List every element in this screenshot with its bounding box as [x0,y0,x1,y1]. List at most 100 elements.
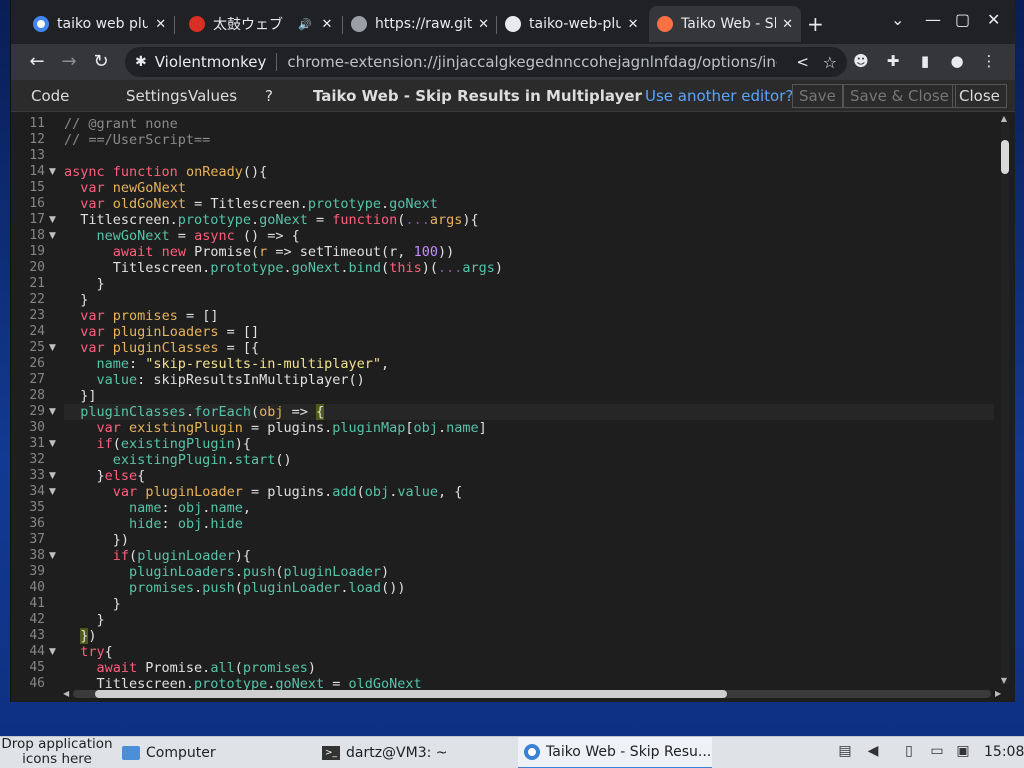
puzzle-icon[interactable]: ✚ [883,52,903,72]
code-line[interactable]: var existingPlugin = plugins.pluginMap[o… [64,420,487,436]
fold-arrow-icon[interactable]: ▼ [49,484,56,500]
code-line[interactable]: var oldGoNext = Titlescreen.prototype.go… [64,196,438,212]
new-tab-button[interactable]: + [807,12,824,36]
close-button[interactable]: Close [952,84,1007,108]
minimize-icon[interactable]: — [925,10,941,29]
line-number: 27 [29,372,45,387]
scroll-down-arrow[interactable]: ▼ [1001,676,1007,685]
code-line[interactable]: pluginLoaders.push(pluginLoader) [64,564,389,580]
code-line[interactable]: Titlescreen.prototype.goNext = function(… [64,212,478,228]
back-icon[interactable]: ← [25,50,49,74]
profile-icon[interactable]: ● [947,52,967,72]
fold-arrow-icon[interactable]: ▼ [49,404,56,420]
fold-arrow-icon[interactable]: ▼ [49,228,56,244]
code-line[interactable]: } [64,276,105,292]
fold-arrow-icon[interactable]: ▼ [49,644,56,660]
code-line[interactable]: name: obj.name, [64,500,251,516]
tab-values[interactable]: Values [188,80,237,112]
menu-icon[interactable]: ⋮ [979,52,999,72]
vertical-scroll-thumb[interactable] [1001,140,1009,174]
save-button[interactable]: Save [792,84,843,108]
horizontal-scrollbar[interactable] [73,690,991,698]
code-line[interactable]: }) [64,532,129,548]
code-line[interactable]: var pluginLoader = plugins.add(obj.value… [64,484,463,500]
browser-tab-active[interactable]: Taiko Web - Skip Results ✕ [649,6,801,42]
save-close-button[interactable]: Save & Close [843,84,956,108]
code-line[interactable]: // @grant none [64,116,178,132]
share-icon[interactable]: < [796,53,809,71]
close-tab-icon[interactable]: ✕ [627,17,639,32]
code-line[interactable]: value: skipResultsInMultiplayer() [64,372,365,388]
network-icon[interactable]: ▭ [928,743,946,761]
audio-icon[interactable]: 🔊 [297,18,313,31]
code-line[interactable]: promises.push(pluginLoader.load()) [64,580,405,596]
code-line[interactable]: var promises = [] [64,308,218,324]
reload-icon[interactable]: ↻ [89,50,113,74]
code-line[interactable]: var pluginClasses = [{ [64,340,259,356]
use-another-editor-link[interactable]: Use another editor? [645,80,793,112]
keyboard-icon[interactable]: ▤ [836,743,854,761]
updates-icon[interactable]: ▣ [954,743,972,761]
fold-arrow-icon[interactable]: ▼ [49,164,56,180]
forward-icon[interactable]: → [57,50,81,74]
vertical-scrollbar[interactable] [1001,116,1009,684]
close-tab-icon[interactable]: ✕ [782,17,793,32]
clipboard-icon[interactable]: ▯ [900,743,918,761]
code-line[interactable]: }] [64,388,96,404]
scroll-right-arrow[interactable]: ▶ [995,689,1001,698]
address-bar[interactable]: ✱ Violentmonkey chrome-extension://jinja… [125,47,847,77]
github-icon [505,16,521,32]
close-tab-icon[interactable]: ✕ [154,17,167,32]
star-icon[interactable]: ☆ [823,53,837,72]
fold-arrow-icon[interactable]: ▼ [49,340,56,356]
horizontal-scroll-thumb[interactable] [95,690,727,698]
scroll-left-arrow[interactable]: ◀ [63,689,69,698]
fold-arrow-icon[interactable]: ▼ [49,468,56,484]
code-line[interactable]: try{ [64,644,113,660]
tab-help[interactable]: ? [265,80,273,112]
code-line[interactable]: await new Promise(r => setTimeout(r, 100… [64,244,454,260]
fold-arrow-icon[interactable]: ▼ [49,548,56,564]
browser-tab-2[interactable]: 太鼓ウェブ 🔊 ✕ [181,6,343,42]
browser-tab-4[interactable]: taiko-web-plugins ✕ [497,6,647,42]
close-window-icon[interactable]: ✕ [987,10,1000,29]
url-text[interactable]: chrome-extension://jinjaccalgkegednnccoh… [287,53,777,71]
code-line[interactable]: if(existingPlugin){ [64,436,251,452]
code-line[interactable]: var newGoNext [64,180,186,196]
code-line[interactable]: hide: obj.hide [64,516,243,532]
fold-arrow-icon[interactable]: ▼ [49,212,56,228]
code-line[interactable]: } [64,612,105,628]
code-line[interactable]: }else{ [64,468,146,484]
code-line[interactable]: existingPlugin.start() [64,452,292,468]
code-editor[interactable]: 11 12 13 14 ▼ 15 16 17 ▼ 18 ▼ 19 20 21 22 23 24 25 ▼ 26 27 28… [11,112,1015,702]
line-number: 25 [29,340,45,355]
sidepanel-icon[interactable]: ▮ [915,52,935,72]
code-line[interactable]: await Promise.all(promises) [64,660,317,676]
code-line[interactable]: if(pluginLoader){ [64,548,251,564]
taskbar-item-terminal[interactable]: >_ dartz@VM3: ~ [322,737,448,768]
tab-settings[interactable]: Settings [126,80,188,112]
code-line[interactable]: pluginClasses.forEach(obj => { [64,404,994,420]
code-line[interactable]: async function onReady(){ [64,164,267,180]
code-line[interactable]: // ==/UserScript== [64,132,210,148]
browser-tab-3[interactable]: https://raw.githubusercontent ✕ [343,6,497,42]
code-line[interactable]: name: "skip-results-in-multiplayer", [64,356,390,372]
browser-tab-1[interactable]: taiko web plugin ✕ [25,6,175,42]
code-line[interactable]: } [64,596,121,612]
taskbar-item-browser[interactable]: Taiko Web - Skip Resu... [518,737,712,768]
maximize-icon[interactable]: ▢ [955,10,970,29]
tab-code[interactable]: Code [31,80,69,112]
code-line[interactable]: Titlescreen.prototype.goNext.bind(this)(… [64,260,503,276]
close-tab-icon[interactable]: ✕ [478,17,489,32]
violentmonkey-icon[interactable]: ☻ [851,52,871,72]
code-line[interactable]: }) [64,628,97,644]
taskbar-item-computer[interactable]: Computer [122,737,216,768]
tab-search-icon[interactable]: ⌄ [891,10,904,29]
scroll-up-arrow[interactable]: ▲ [1001,114,1007,123]
close-tab-icon[interactable]: ✕ [319,17,335,32]
code-line[interactable]: } [64,292,88,308]
code-line[interactable]: newGoNext = async () => { [64,228,300,244]
code-line[interactable]: var pluginLoaders = [] [64,324,259,340]
fold-arrow-icon[interactable]: ▼ [49,436,56,452]
volume-icon[interactable]: ◀ [864,743,882,761]
